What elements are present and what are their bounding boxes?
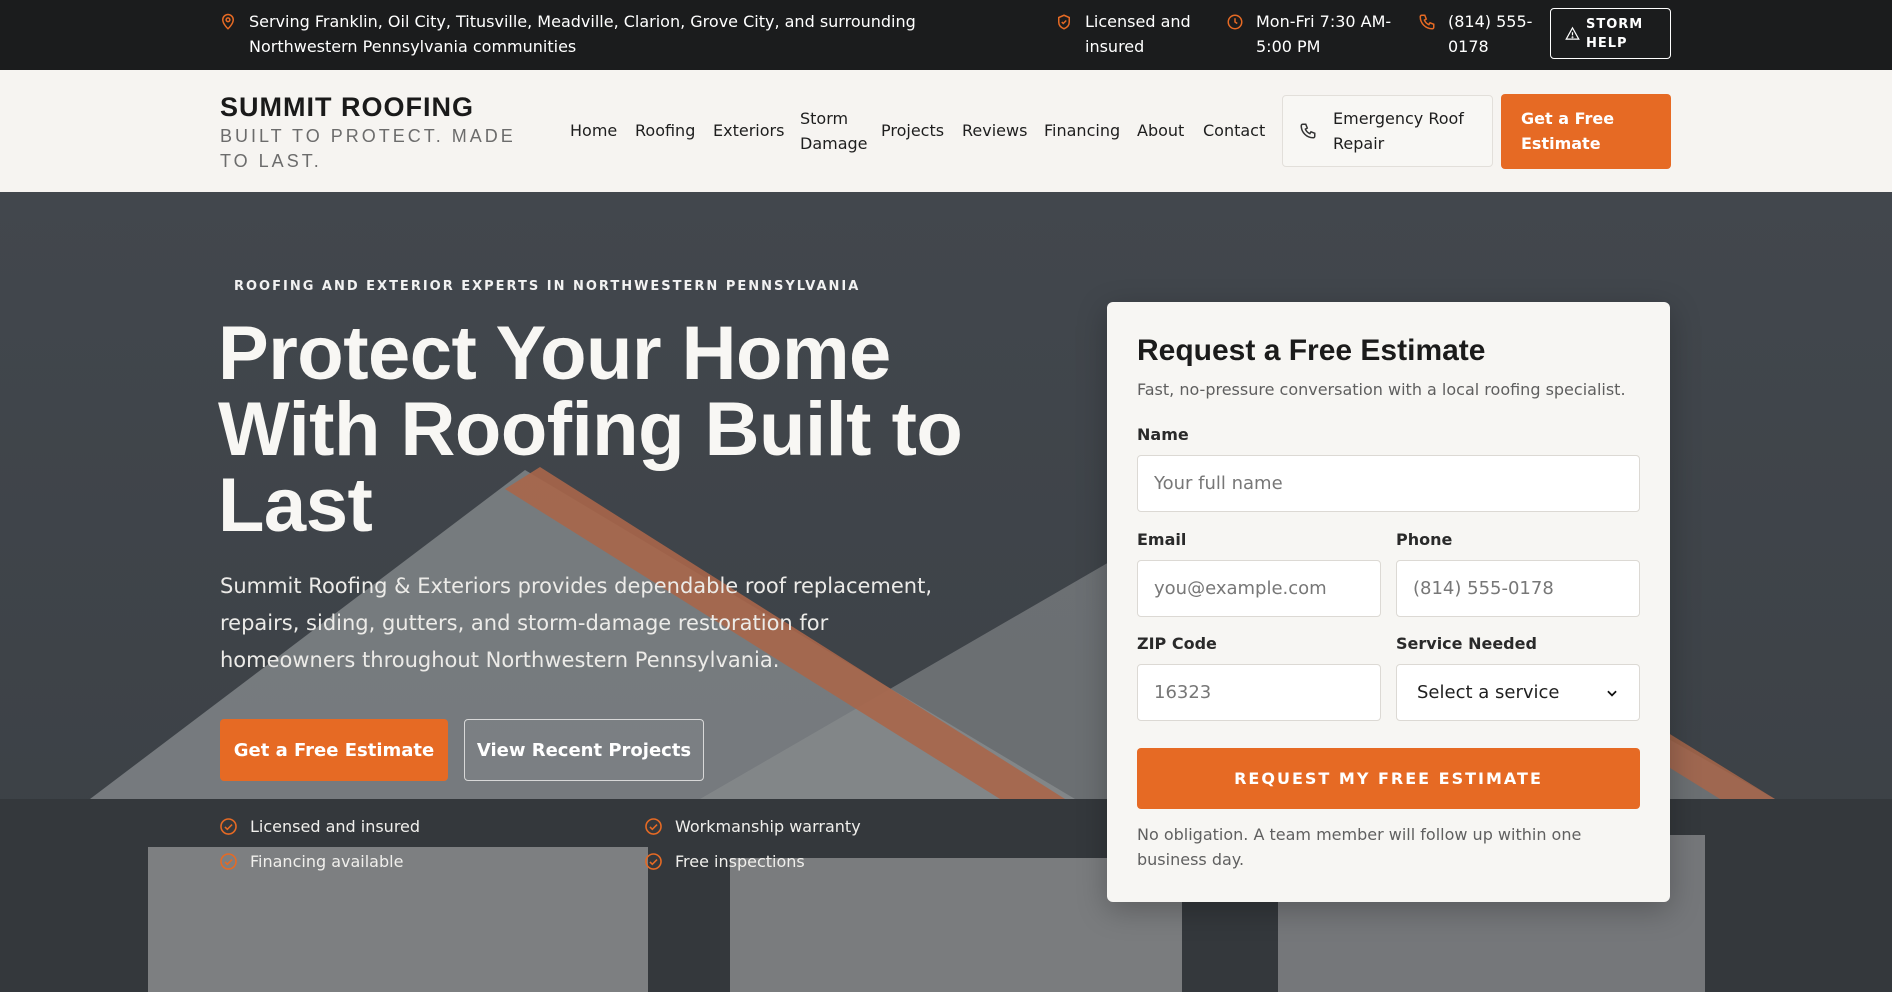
view-projects-button[interactable]: View Recent Projects (464, 719, 704, 781)
check-circle-icon (220, 853, 237, 870)
feature-financing: Financing available (219, 852, 403, 871)
feature-label: Licensed and insured (250, 817, 421, 836)
service-select[interactable]: Select a service (1396, 664, 1640, 721)
hours-text: Mon-Fri 7:30 AM-5:00 PM (1256, 12, 1392, 56)
name-input[interactable] (1137, 455, 1640, 512)
service-area: Serving Franklin, Oil City, Titusville, … (219, 9, 1009, 59)
service-area-text: Serving Franklin, Oil City, Titusville, … (249, 12, 916, 56)
form-note: No obligation. A team member will follow… (1137, 825, 1582, 869)
service-select-value: Select a service (1417, 682, 1560, 703)
nav-home[interactable]: Home (570, 118, 617, 143)
email-label: Email (1137, 530, 1187, 549)
check-circle-icon (220, 818, 237, 835)
submit-estimate-button[interactable]: REQUEST MY FREE ESTIMATE (1137, 748, 1640, 809)
estimate-form: Request a Free Estimate Fast, no-pressur… (1107, 302, 1670, 902)
storm-help-label: STORM HELP (1586, 16, 1644, 51)
emergency-repair-button[interactable]: Emergency Roof Repair (1282, 95, 1493, 167)
alert-triangle-icon (1565, 26, 1580, 40)
site-header: SUMMIT ROOFING BUILT TO PROTECT. MADE TO… (0, 70, 1892, 192)
nav-reviews[interactable]: Reviews (962, 118, 1027, 143)
hero-free-estimate-button[interactable]: Get a Free Estimate (220, 719, 448, 781)
phone-label: Phone (1396, 530, 1453, 549)
licensed-text: Licensed and insured (1085, 12, 1191, 56)
brand-tagline: BUILT TO PROTECT. MADE TO LAST. (220, 126, 516, 171)
phone-info[interactable]: (814) 555-0178 (1418, 9, 1533, 59)
hours-info: Mon-Fri 7:30 AM-5:00 PM (1226, 9, 1411, 59)
feature-inspections: Free inspections (644, 852, 805, 871)
hero-headline: Protect Your Home With Roofing Built to … (218, 311, 963, 548)
emergency-repair-label: Emergency Roof Repair (1333, 109, 1464, 153)
zip-input[interactable] (1137, 664, 1381, 721)
nav-contact[interactable]: Contact (1203, 118, 1265, 143)
email-input[interactable] (1137, 560, 1381, 617)
feature-warranty: Workmanship warranty (644, 817, 861, 836)
feature-label: Workmanship warranty (675, 817, 861, 836)
phone-icon (1419, 14, 1435, 30)
phone-input[interactable] (1396, 560, 1640, 617)
phone-icon (1300, 123, 1316, 139)
clock-icon (1227, 14, 1243, 30)
map-pin-icon (221, 13, 235, 30)
nav-financing[interactable]: Financing (1044, 118, 1120, 143)
header-free-estimate-button[interactable]: Get a Free Estimate (1501, 94, 1671, 169)
check-circle-icon (645, 853, 662, 870)
shield-check-icon (1058, 14, 1070, 30)
form-title: Request a Free Estimate (1137, 334, 1486, 367)
phone-text[interactable]: (814) 555-0178 (1448, 9, 1533, 59)
licensed-info: Licensed and insured (1055, 9, 1205, 59)
feature-label: Free inspections (675, 852, 805, 871)
check-circle-icon (645, 818, 662, 835)
zip-label: ZIP Code (1137, 634, 1217, 653)
top-info-bar: Serving Franklin, Oil City, Titusville, … (0, 0, 1892, 70)
hero-description: Summit Roofing & Exteriors provides depe… (220, 574, 933, 672)
nav-projects[interactable]: Projects (881, 118, 944, 143)
feature-label: Financing available (250, 852, 404, 871)
name-label: Name (1137, 425, 1189, 444)
service-label: Service Needed (1396, 634, 1537, 653)
nav-exteriors[interactable]: Exteriors (713, 118, 784, 143)
nav-storm-damage[interactable]: Storm Damage (800, 106, 870, 156)
brand-name[interactable]: SUMMIT ROOFING (220, 92, 474, 123)
nav-about[interactable]: About (1137, 118, 1184, 143)
form-subtitle: Fast, no-pressure conversation with a lo… (1137, 380, 1626, 399)
nav-roofing[interactable]: Roofing (635, 118, 695, 143)
chevron-down-icon (1607, 690, 1617, 697)
feature-licensed: Licensed and insured (219, 817, 420, 836)
storm-help-button[interactable]: STORM HELP (1550, 8, 1671, 59)
hero-eyebrow: ROOFING AND EXTERIOR EXPERTS IN NORTHWES… (234, 279, 861, 294)
